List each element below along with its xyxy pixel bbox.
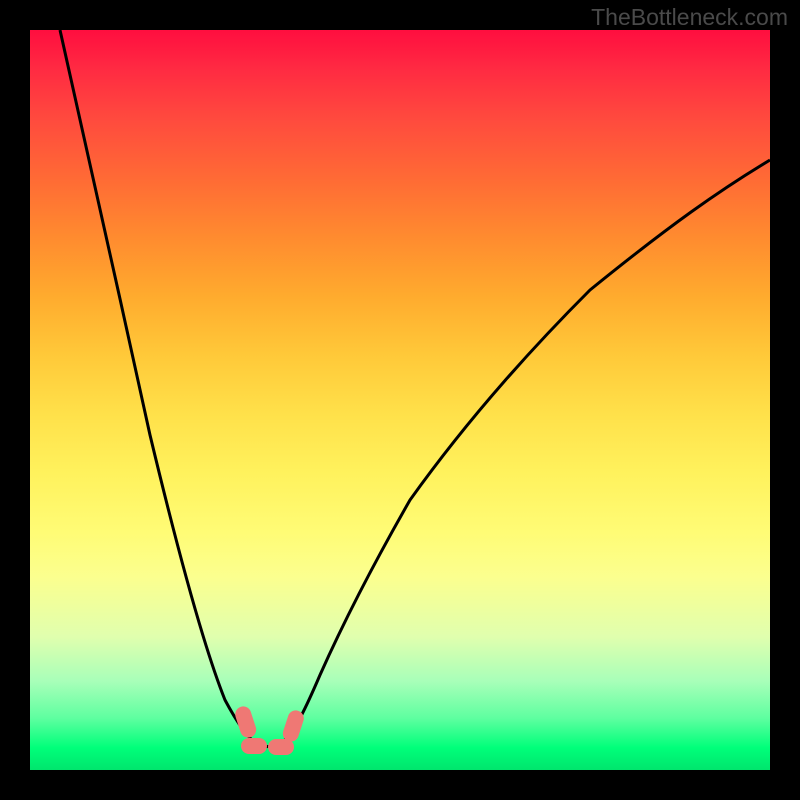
right-trough-marker [281,708,306,743]
watermark-text: TheBottleneck.com [591,4,788,31]
curve-svg [30,30,770,770]
bottleneck-curve [60,30,770,747]
bottom-left-marker [241,738,267,754]
plot-area [30,30,770,770]
